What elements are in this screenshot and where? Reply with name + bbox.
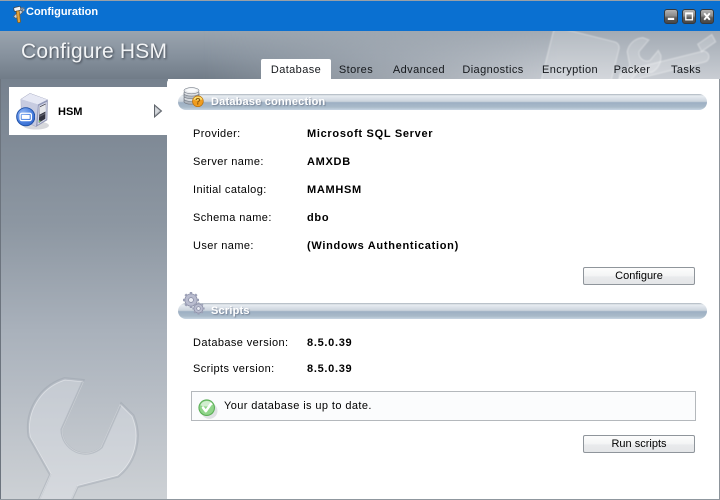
svg-text:?: ? [195,97,201,108]
